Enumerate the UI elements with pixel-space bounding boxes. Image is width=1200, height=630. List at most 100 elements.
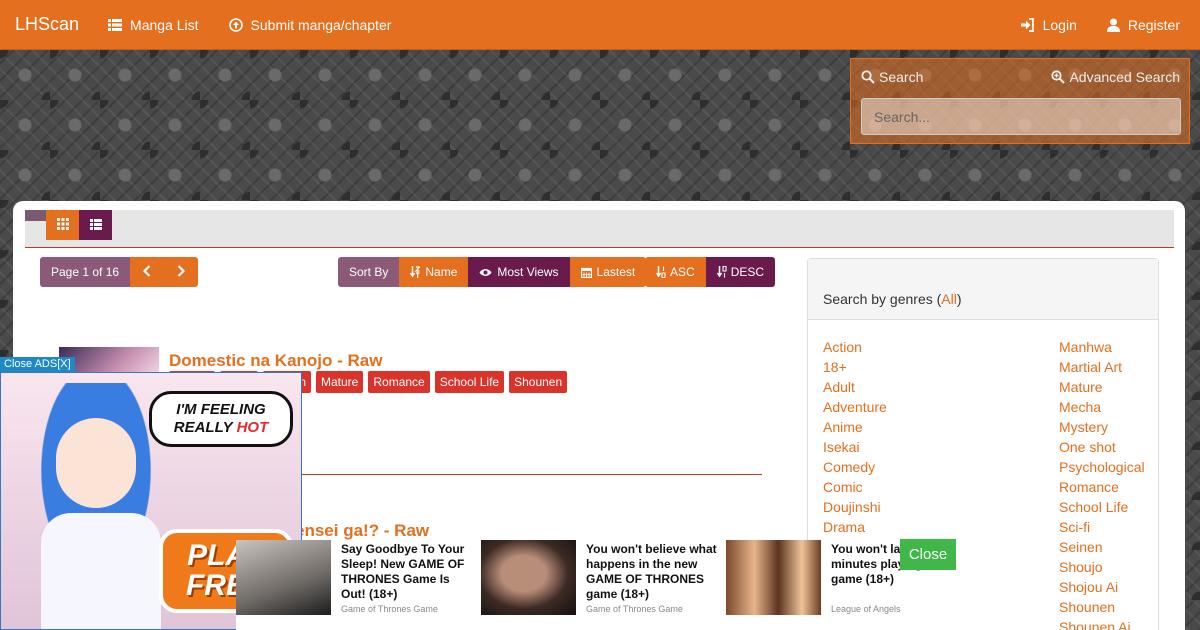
search-label: Search (861, 69, 923, 85)
sort-name-label: Name (425, 265, 458, 279)
genre-tag-school-life[interactable]: School Life (434, 371, 505, 393)
genre-link[interactable]: Adventure (823, 397, 887, 417)
genres-heading-prefix: Search by genres ( (823, 291, 942, 307)
genre-link[interactable]: Shounen (1059, 597, 1145, 617)
genre-tag-romance[interactable]: Romance (368, 371, 430, 393)
bar-accent (25, 210, 47, 221)
ad-source: League of Angels (831, 604, 901, 614)
genre-link[interactable]: Anime (823, 417, 887, 437)
genre-link[interactable]: School Life (1059, 497, 1145, 517)
genre-link[interactable]: Comic (823, 477, 887, 497)
ad-bubble-line1: I'M FEELING (176, 401, 266, 418)
ad-character-body (41, 513, 161, 629)
search-icon (861, 70, 875, 84)
calendar-icon (580, 267, 592, 278)
ad-close-button[interactable]: Close (900, 539, 956, 570)
nav-submit-label: Submit manga/chapter (250, 16, 392, 33)
genre-link[interactable]: Manhwa (1059, 337, 1145, 357)
upload-icon (228, 17, 243, 32)
search-panel: Search Advanced Search (850, 58, 1190, 144)
order-asc-label: ASC (670, 265, 695, 279)
register-label: Register (1127, 16, 1180, 33)
next-page-button[interactable] (164, 257, 199, 287)
sort-most-views-button[interactable]: Most Views (468, 257, 570, 287)
genre-link[interactable]: Seinen (1059, 537, 1145, 557)
order-bar: ASC DESC (645, 257, 776, 287)
ad-bubble-hot: HOT (236, 419, 269, 436)
sort-latest-button[interactable]: Lastest (569, 257, 647, 287)
genre-link[interactable]: Sci-fi (1059, 517, 1145, 537)
genre-link[interactable]: Action (823, 337, 887, 357)
eye-icon (479, 268, 492, 277)
genre-link[interactable]: 18+ (823, 357, 887, 377)
close-ads-button[interactable]: Close ADS[X] (0, 357, 75, 373)
genre-link[interactable]: Shoujo (1059, 557, 1145, 577)
ad-source: Game of Thrones Game (341, 604, 438, 614)
genre-link[interactable]: Adult (823, 377, 887, 397)
manga-title[interactable]: Domestic na Kanojo - Raw (169, 351, 382, 371)
sort-most-views-label: Most Views (497, 265, 559, 279)
list-icon (89, 218, 102, 233)
grid-view-button[interactable] (46, 210, 79, 240)
advanced-search-link[interactable]: Advanced Search (1051, 69, 1180, 85)
ad-headline: You won't believe what happens in the ne… (586, 542, 717, 601)
genre-link[interactable]: Mature (1059, 377, 1145, 397)
ad-item[interactable]: Say Goodbye To Your Sleep! New GAME OF T… (236, 540, 481, 615)
sort-numeric-asc-icon (656, 266, 666, 278)
login-icon (1020, 17, 1035, 32)
genre-link[interactable]: Isekai (823, 437, 887, 457)
sort-latest-label: Lastest (596, 265, 636, 279)
ad-item[interactable]: You won't believe what happens in the ne… (481, 540, 726, 615)
genre-link[interactable]: Martial Art (1059, 357, 1145, 377)
ad-thumbnail (726, 540, 821, 615)
list-view-button[interactable] (79, 210, 112, 240)
nav-submit[interactable]: Submit manga/chapter (214, 0, 407, 50)
genres-all-link[interactable]: All (941, 291, 957, 307)
genres-heading: Search by genres (All) (808, 259, 1158, 320)
search-label-text: Search (879, 69, 924, 85)
ad-bubble-line2: REALLY HOT (174, 419, 268, 437)
genre-link[interactable]: Doujinshi (823, 497, 887, 517)
genre-link[interactable]: Drama (823, 517, 887, 537)
genre-link[interactable]: Mecha (1059, 397, 1145, 417)
prev-page-button[interactable] (130, 257, 165, 287)
nav-manga-list-label: Manga List (130, 16, 199, 33)
sort-name-button[interactable]: Name (399, 257, 469, 287)
user-icon (1106, 18, 1120, 32)
manga-title-2[interactable]: ensei ga!? - Raw (295, 521, 429, 541)
top-navbar: LHScan Manga List Submit manga/chapter L… (0, 0, 1200, 50)
genre-link[interactable]: Shojou Ai (1059, 577, 1145, 597)
genre-tag-shounen[interactable]: Shounen (509, 371, 568, 393)
advanced-search-label: Advanced Search (1069, 69, 1180, 85)
genre-link[interactable]: Comedy (823, 457, 887, 477)
order-asc-button[interactable]: ASC (645, 257, 706, 287)
register-link[interactable]: Register (1092, 0, 1195, 50)
nav-manga-list[interactable]: Manga List (93, 0, 213, 50)
login-label: Login (1042, 16, 1077, 33)
genre-tag-mature[interactable]: Mature (316, 371, 364, 393)
genre-link[interactable]: Romance (1059, 477, 1145, 497)
grid-icon (56, 217, 69, 233)
chevron-left-icon (143, 264, 151, 280)
login-link[interactable]: Login (1005, 0, 1092, 50)
genre-link[interactable]: One shot (1059, 437, 1145, 457)
zoom-in-icon (1051, 70, 1066, 84)
ad-thumbnail (236, 540, 331, 615)
genre-link[interactable]: Mystery (1059, 417, 1145, 437)
ad-thumbnail (481, 540, 576, 615)
order-desc-button[interactable]: DESC (705, 257, 776, 287)
genres-heading-suffix: ) (956, 291, 962, 307)
ad-headline: Say Goodbye To Your Sleep! New GAME OF T… (341, 542, 465, 601)
list-icon (108, 18, 123, 31)
search-input[interactable] (861, 98, 1181, 135)
genre-link[interactable]: Psychological (1059, 457, 1145, 477)
genres-column-1: Action 18+ Adult Adventure Anime Isekai … (823, 337, 887, 537)
bottom-ad-strip: Say Goodbye To Your Sleep! New GAME OF T… (236, 540, 964, 630)
sort-by-label: Sort By (338, 257, 400, 287)
genre-link[interactable]: Shounen Ai (1059, 617, 1145, 630)
chevron-right-icon (177, 264, 186, 280)
sort-alpha-icon (410, 266, 421, 278)
search-header: Search Advanced Search (851, 59, 1189, 85)
order-desc-label: DESC (730, 265, 765, 279)
site-brand[interactable]: LHScan (15, 14, 79, 35)
